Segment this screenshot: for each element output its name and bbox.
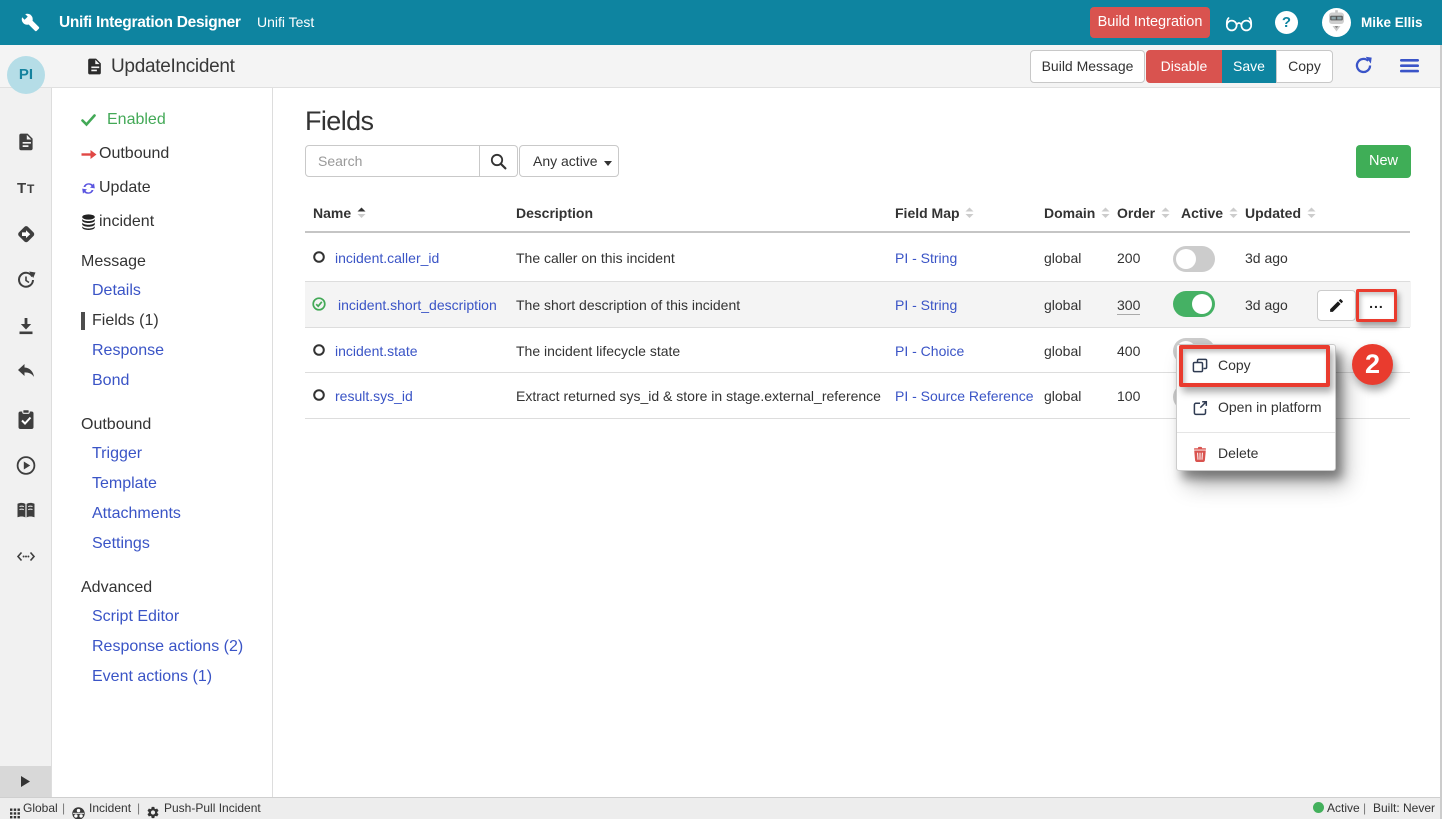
svg-text:T: T (27, 182, 35, 196)
svg-text:T: T (17, 180, 26, 197)
